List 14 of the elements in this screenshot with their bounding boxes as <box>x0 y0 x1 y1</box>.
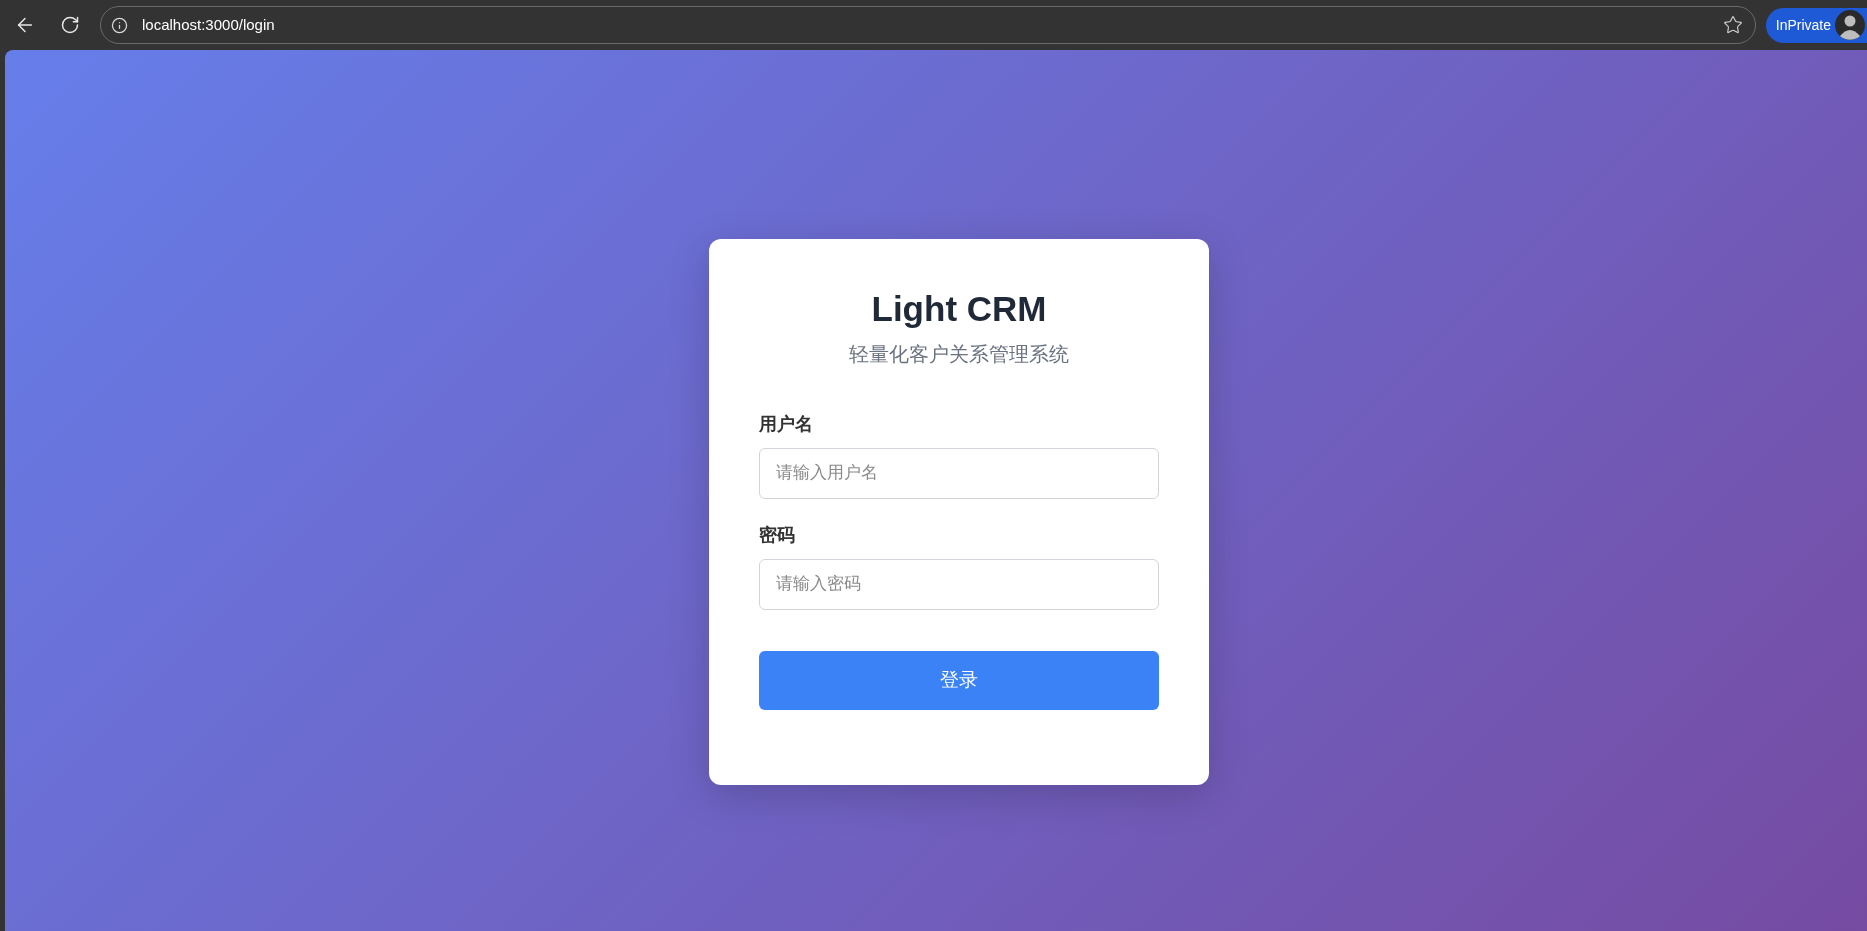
app-title: Light CRM <box>870 287 1048 330</box>
app-subtitle: 轻量化客户关系管理系统 <box>848 341 1070 367</box>
star-icon[interactable] <box>1722 15 1743 35</box>
avatar-icon <box>1835 10 1865 40</box>
info-icon <box>111 16 128 34</box>
field-label: 密码 <box>759 523 796 547</box>
input-field[interactable]: 请输入用户名 <box>759 447 1159 499</box>
login-button[interactable]: 登录 <box>759 650 1159 710</box>
url-text: localhost:3000/login <box>142 14 275 35</box>
reload-icon <box>60 15 80 35</box>
inprivate-badge[interactable]: InPrivate <box>1765 7 1867 43</box>
field-label: 用户名 <box>759 412 814 436</box>
input-field[interactable]: 请输入密码 <box>759 558 1159 610</box>
address-bar[interactable]: localhost:3000/login <box>100 6 1756 44</box>
